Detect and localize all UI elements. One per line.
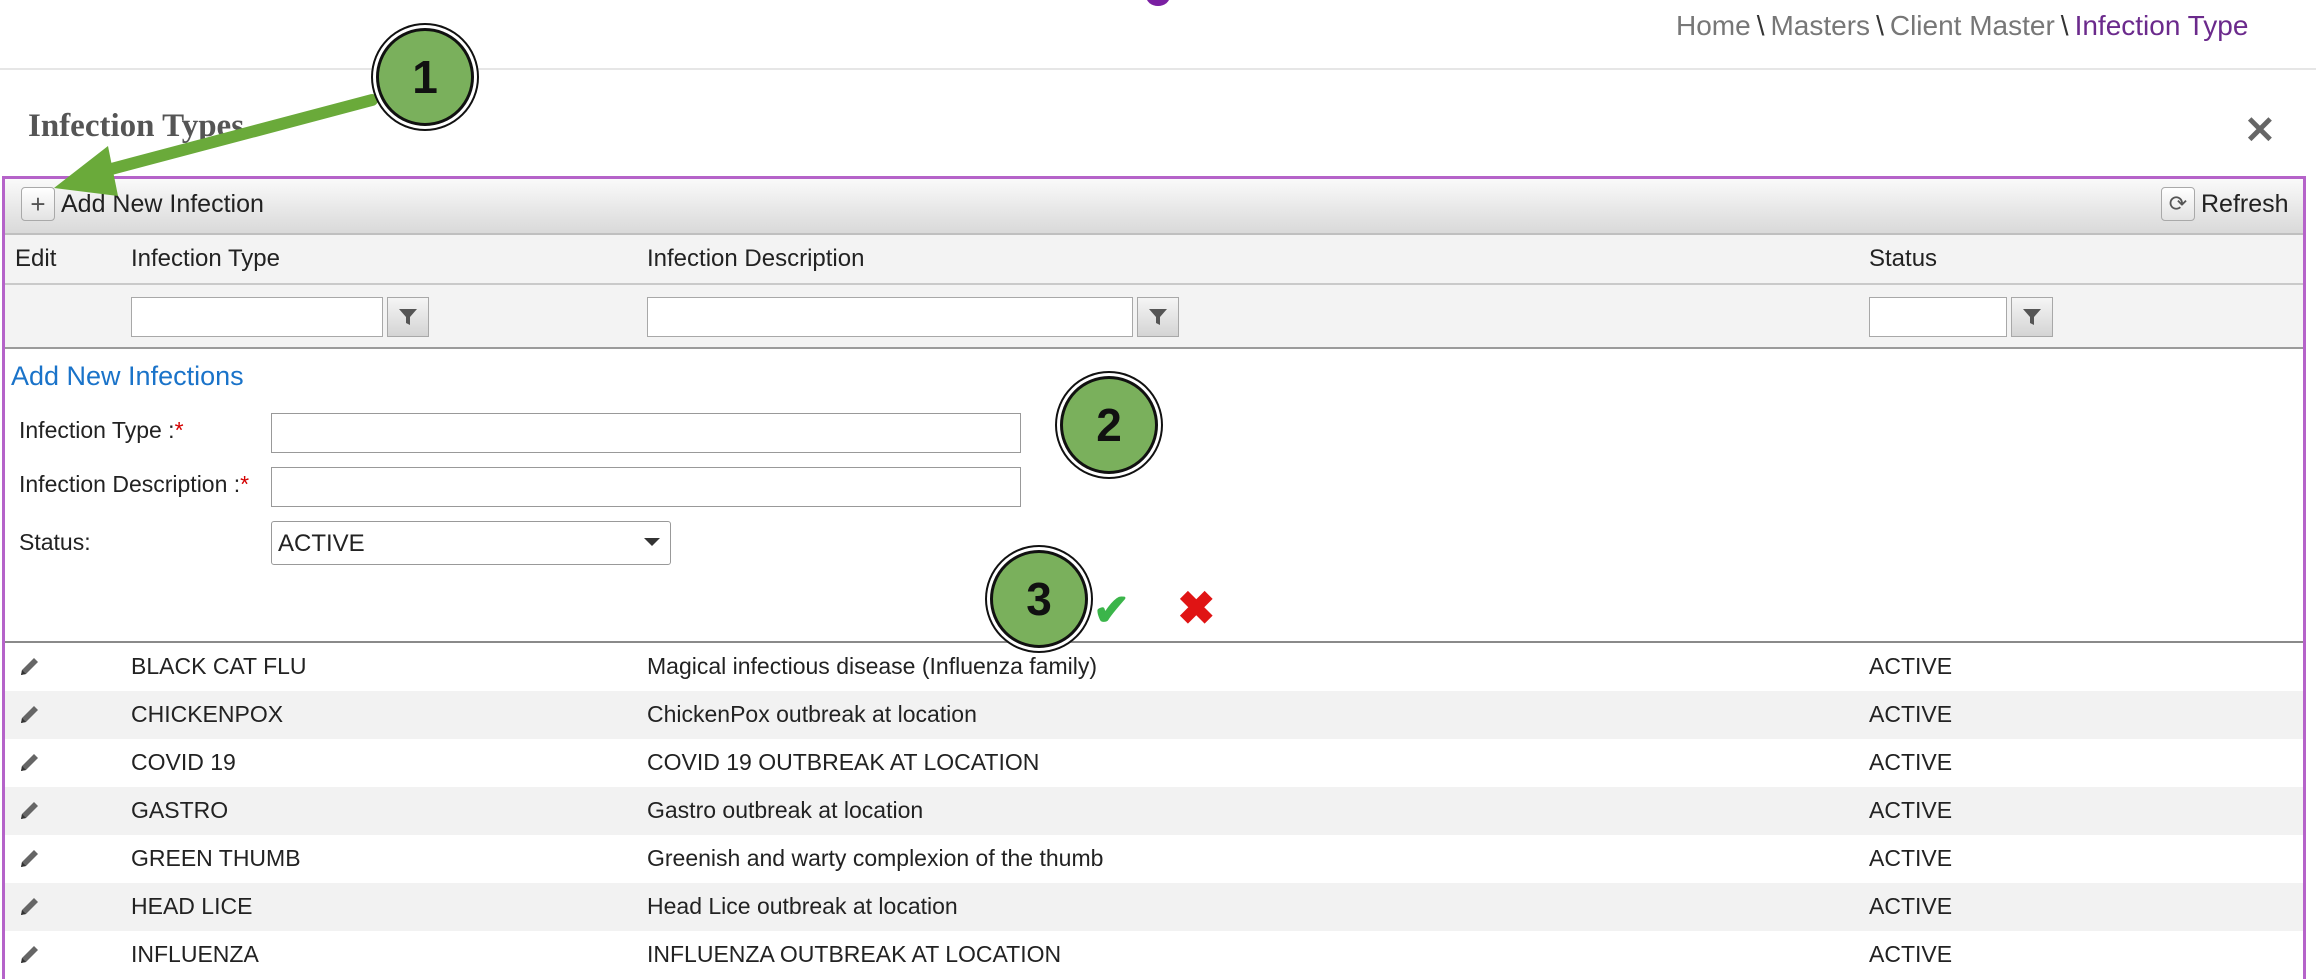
callout-marker: 1 xyxy=(376,28,474,126)
callout-marker: 2 xyxy=(1060,376,1158,474)
annotation-arrow xyxy=(54,94,378,196)
callout-marker: 3 xyxy=(990,550,1088,648)
